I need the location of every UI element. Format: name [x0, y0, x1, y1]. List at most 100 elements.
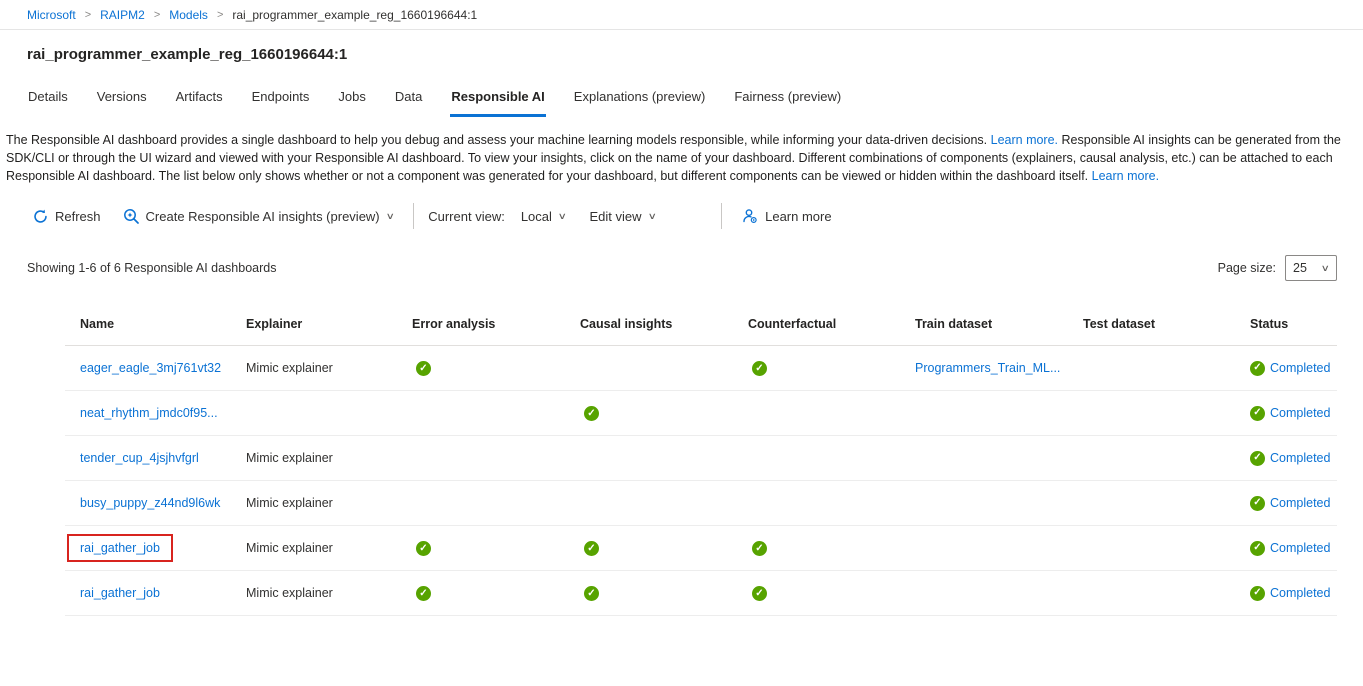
explainer-cell: Mimic explainer [231, 496, 397, 510]
tab-responsible-ai[interactable]: Responsible AI [450, 83, 545, 117]
current-view-local-dropdown[interactable]: Local ∨ [515, 205, 572, 228]
causal-insights-cell: ✓ [565, 540, 733, 557]
dashboard-name-link[interactable]: neat_rhythm_jmdc0f95... [80, 406, 218, 420]
table-row: rai_gather_job Mimic explainer ✓ ✓ ✓ ✓Co… [65, 571, 1337, 616]
breadcrumb-link-raipm2[interactable]: RAIPM2 [100, 8, 145, 22]
annotation-red-box: neat_rhythm_jmdc0f95... [80, 406, 218, 420]
refresh-label: Refresh [55, 209, 101, 224]
check-icon: ✓ [584, 541, 599, 556]
chevron-down-icon: ∨ [1321, 263, 1330, 274]
tab-fairness-preview[interactable]: Fairness (preview) [733, 83, 842, 117]
learn-more-button[interactable]: Learn more [736, 204, 837, 228]
counterfactual-cell: ✓ [733, 450, 900, 467]
chevron-down-icon: ∨ [385, 211, 394, 222]
error-analysis-cell: ✓ [397, 585, 565, 602]
page-size-control: Page size: 25 ∨ [1218, 255, 1337, 281]
tab-artifacts[interactable]: Artifacts [175, 83, 224, 117]
counterfactual-cell: ✓ [733, 540, 900, 557]
column-header-status[interactable]: Status [1235, 317, 1337, 331]
counterfactual-cell: ✓ [733, 405, 900, 422]
edit-view-label: Edit view [589, 209, 641, 224]
tab-endpoints[interactable]: Endpoints [251, 83, 311, 117]
dashboard-name-link[interactable]: tender_cup_4jsjhvfgrl [80, 451, 199, 465]
edit-view-dropdown[interactable]: Edit view ∨ [583, 205, 661, 228]
annotation-red-box: eager_eagle_3mj761vt32 [80, 361, 221, 375]
tab-jobs[interactable]: Jobs [337, 83, 366, 117]
person-gear-icon [742, 208, 758, 224]
create-insights-button[interactable]: Create Responsible AI insights (preview)… [117, 204, 400, 228]
check-icon: ✓ [584, 586, 599, 601]
status-check-icon: ✓ [1250, 451, 1265, 466]
description-text: The Responsible AI dashboard provides a … [6, 131, 1355, 185]
table-row: tender_cup_4jsjhvfgrl Mimic explainer ✓ … [65, 436, 1337, 481]
list-info-row: Showing 1-6 of 6 Responsible AI dashboar… [27, 255, 1337, 281]
showing-count-text: Showing 1-6 of 6 Responsible AI dashboar… [27, 261, 276, 275]
table-body: eager_eagle_3mj761vt32 Mimic explainer ✓… [65, 346, 1337, 616]
tab-explanations-preview[interactable]: Explanations (preview) [573, 83, 707, 117]
tab-data[interactable]: Data [394, 83, 423, 117]
column-header-train-dataset[interactable]: Train dataset [900, 317, 1068, 331]
refresh-button[interactable]: Refresh [27, 205, 107, 228]
train-dataset-link[interactable]: Programmers_Train_ML... [915, 361, 1060, 375]
breadcrumb-link-microsoft[interactable]: Microsoft [27, 8, 76, 22]
column-header-causal-insights[interactable]: Causal insights [565, 317, 733, 331]
create-insights-label: Create Responsible AI insights (preview) [146, 209, 380, 224]
causal-insights-cell: ✓ [565, 405, 733, 422]
column-header-test-dataset[interactable]: Test dataset [1068, 317, 1235, 331]
causal-insights-cell: ✓ [565, 585, 733, 602]
status-cell: ✓ Completed [1235, 361, 1337, 376]
error-analysis-cell: ✓ [397, 495, 565, 512]
table-row: eager_eagle_3mj761vt32 Mimic explainer ✓… [65, 346, 1337, 391]
breadcrumb: Microsoft>RAIPM2>Models>rai_programmer_e… [0, 0, 1363, 30]
explainer-cell: Mimic explainer [231, 361, 397, 375]
breadcrumb-separator-icon: > [85, 9, 91, 21]
table-row: neat_rhythm_jmdc0f95... ✓ ✓ ✓ ✓Completed [65, 391, 1337, 436]
name-cell: busy_puppy_z44nd9l6wk [65, 496, 231, 510]
dashboard-name-link[interactable]: busy_puppy_z44nd9l6wk [80, 496, 220, 510]
dashboard-name-link[interactable]: rai_gather_job [80, 541, 160, 555]
dashboard-name-link[interactable]: eager_eagle_3mj761vt32 [80, 361, 221, 375]
status-link[interactable]: Completed [1270, 361, 1330, 375]
learn-more-link-1[interactable]: Learn more. [991, 133, 1058, 147]
error-analysis-cell: ✓ [397, 405, 565, 422]
page-size-select[interactable]: 25 ∨ [1285, 255, 1337, 281]
status-check-icon: ✓ [1250, 496, 1265, 511]
status-link[interactable]: Completed [1270, 496, 1330, 510]
page: Microsoft > RAIPM2 > Models > rai_programmer_e… [0, 0, 1363, 616]
page-title: rai_programmer_example_reg_1660196644:1 [27, 46, 1363, 63]
check-icon: ✓ [416, 586, 431, 601]
counterfactual-cell: ✓ [733, 360, 900, 377]
error-analysis-cell: ✓ [397, 540, 565, 557]
status-check-icon: ✓ [1250, 541, 1265, 556]
status-cell: ✓ Completed [1235, 541, 1337, 556]
status-check-icon: ✓ [1250, 361, 1265, 376]
name-cell: neat_rhythm_jmdc0f95... [65, 406, 231, 420]
create-insights-icon [123, 208, 139, 224]
table-row: busy_puppy_z44nd9l6wk Mimic explainer ✓ … [65, 481, 1337, 526]
learn-more-link-2[interactable]: Learn more. [1092, 169, 1159, 183]
breadcrumb-separator-icon: > [217, 9, 223, 21]
annotation-red-box: tender_cup_4jsjhvfgrl [80, 451, 199, 465]
check-icon: ✓ [752, 541, 767, 556]
status-link[interactable]: Completed [1270, 406, 1330, 420]
column-header-counterfactual[interactable]: Counterfactual [733, 317, 900, 331]
status-link[interactable]: Completed [1270, 541, 1330, 555]
dashboard-name-link[interactable]: rai_gather_job [80, 586, 160, 600]
error-analysis-cell: ✓ [397, 360, 565, 377]
name-cell: rai_gather_job [65, 534, 231, 562]
current-view-label: Current view: [428, 209, 505, 224]
check-icon: ✓ [752, 361, 767, 376]
column-header-explainer[interactable]: Explainer [231, 317, 397, 331]
column-header-name[interactable]: Name [65, 317, 231, 331]
tab-versions[interactable]: Versions [96, 83, 148, 117]
page-size-label: Page size: [1218, 261, 1276, 275]
status-link[interactable]: Completed [1270, 451, 1330, 465]
tab-details[interactable]: Details [27, 83, 69, 117]
status-link[interactable]: Completed [1270, 586, 1330, 600]
breadcrumb-link-models[interactable]: Models [169, 8, 208, 22]
chevron-down-icon: ∨ [647, 211, 656, 222]
toolbar: Refresh Create Responsible AI insights (… [27, 201, 1363, 231]
column-header-error-analysis[interactable]: Error analysis [397, 317, 565, 331]
status-check-icon: ✓ [1250, 586, 1265, 601]
breadcrumb-separator-icon: > [154, 9, 160, 21]
